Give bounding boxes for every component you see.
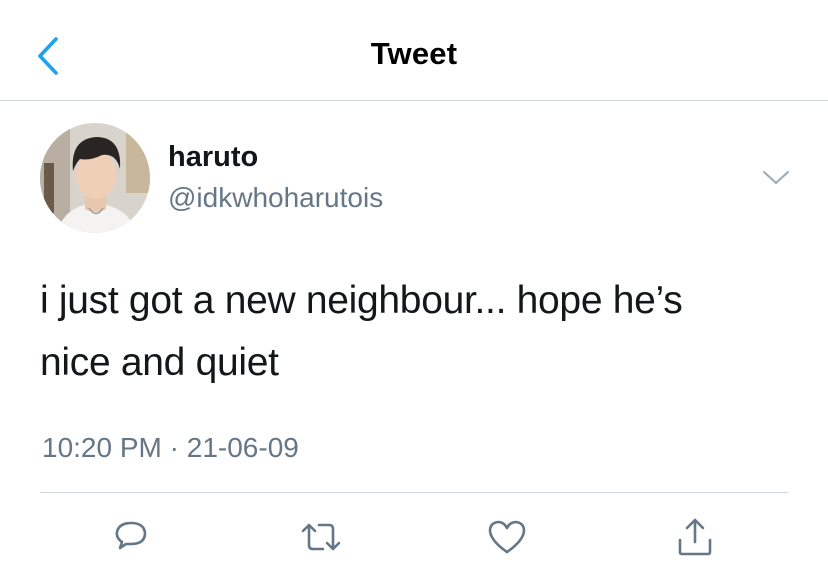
chevron-down-icon xyxy=(763,171,789,184)
reply-button[interactable] xyxy=(108,516,154,558)
divider xyxy=(40,492,788,493)
like-icon xyxy=(488,520,526,554)
like-button[interactable] xyxy=(484,516,530,558)
share-button[interactable] xyxy=(672,516,718,558)
top-bar: Tweet xyxy=(0,0,828,101)
author-display-name[interactable]: haruto xyxy=(168,141,258,174)
tweet-options-button[interactable] xyxy=(756,164,796,192)
tweet-timestamp: 10:20 PM · 21-06-09 xyxy=(42,432,299,464)
tweet-text-line: i just got a new neighbour... hope he’s xyxy=(40,279,683,322)
timestamp-separator: · xyxy=(169,432,179,463)
tweet-date: 21-06-09 xyxy=(186,432,299,463)
tweet-time: 10:20 PM xyxy=(42,432,162,463)
share-icon xyxy=(678,518,712,556)
tweet-text-line: nice and quiet xyxy=(40,341,279,384)
reply-icon xyxy=(115,521,147,550)
page-title: Tweet xyxy=(370,36,458,71)
avatar[interactable] xyxy=(40,123,150,233)
profile-photo xyxy=(40,123,150,233)
tweet-text: i just got a new neighbour... hope he’s … xyxy=(40,270,800,394)
retweet-button[interactable] xyxy=(298,516,344,558)
retweet-icon xyxy=(301,523,341,551)
author-handle[interactable]: @idkwhoharutois xyxy=(168,182,383,214)
